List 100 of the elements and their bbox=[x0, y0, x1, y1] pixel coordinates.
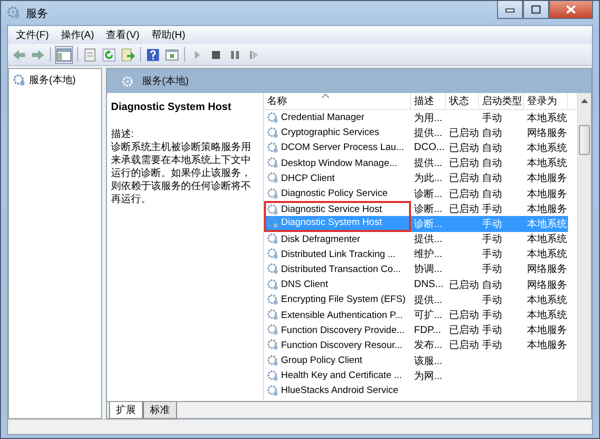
scroll-thumb[interactable] bbox=[579, 125, 590, 155]
gear-icon bbox=[267, 370, 279, 382]
table-cell-text: 手动 bbox=[482, 232, 502, 246]
table-row[interactable]: Extensible Authentication P... 可扩... 已启动 手动 本地系统 bbox=[264, 307, 568, 323]
gear-icon bbox=[267, 126, 279, 139]
table-cell-text: 提供... bbox=[414, 126, 442, 140]
table-cell-text: 为网... bbox=[414, 370, 442, 383]
table-row[interactable]: DNS Client DNS... 已启动 自动 网络服务 bbox=[264, 277, 568, 292]
table-cell-text: 自动 bbox=[482, 172, 502, 186]
table-row[interactable]: Health Key and Certificate ... 为网... bbox=[264, 368, 568, 384]
minimize-button[interactable] bbox=[497, 1, 523, 19]
maximize-button[interactable] bbox=[523, 1, 549, 19]
column-header[interactable]: 启动类型 bbox=[479, 93, 524, 109]
gear-icon bbox=[267, 216, 279, 229]
menu-item[interactable]: 操作(A) bbox=[60, 28, 94, 42]
table-cell-text: 提供... bbox=[414, 233, 442, 246]
table-cell: Credential Manager bbox=[281, 112, 364, 124]
table-cell-text: 诊断... bbox=[414, 188, 442, 201]
table-cell: Function Discovery Provide... bbox=[281, 324, 405, 336]
table-row[interactable]: Distributed Link Tracking ... 维护... 手动 本地系统 bbox=[264, 246, 568, 262]
table-cell-text: 可扩... bbox=[414, 308, 442, 322]
table-cell-text: 为用... bbox=[414, 112, 442, 125]
export-icon[interactable] bbox=[121, 48, 135, 62]
table-row[interactable]: DHCP Client 为此... 已启动 自动 本地服务 bbox=[264, 170, 568, 186]
column-header[interactable]: 状态 bbox=[446, 93, 479, 109]
refresh-icon[interactable] bbox=[102, 48, 116, 62]
table-cell-text: 已启动 bbox=[449, 278, 479, 292]
console-tree-icon[interactable] bbox=[56, 46, 72, 62]
table-row[interactable]: Cryptographic Services 提供... 已启动 自动 网络服务 bbox=[264, 125, 568, 140]
close-button[interactable] bbox=[549, 1, 593, 19]
table-cell: Diagnostic Service Host bbox=[281, 204, 382, 216]
gear-icon bbox=[13, 74, 26, 86]
menu-item[interactable]: 查看(V) bbox=[106, 28, 140, 42]
properties-icon[interactable] bbox=[83, 48, 97, 62]
tab[interactable]: 标准 bbox=[143, 402, 177, 419]
column-header[interactable]: 名称 bbox=[264, 93, 411, 109]
column-header[interactable]: 登录为 bbox=[524, 93, 568, 109]
table-cell: DCOM Server Process Lau... bbox=[281, 142, 404, 154]
table-cell-text: 本地系统 bbox=[527, 112, 567, 125]
table-row[interactable]: Diagnostic Policy Service 诊断... 已启动 自动 本地服务 bbox=[264, 186, 568, 202]
table-cell-text: 已启动 bbox=[449, 202, 479, 216]
back-icon[interactable] bbox=[12, 48, 26, 62]
menu-item[interactable]: 帮助(H) bbox=[151, 28, 186, 42]
gear-icon bbox=[7, 6, 21, 20]
tree-item[interactable]: 服务(本地) bbox=[11, 72, 99, 88]
table-row[interactable]: HlueStacks Android Service bbox=[264, 383, 568, 399]
scroll-up-icon[interactable] bbox=[581, 99, 588, 103]
tab[interactable]: 扩展 bbox=[109, 402, 143, 419]
gear-icon bbox=[267, 188, 279, 200]
table-cell-text: 提供... bbox=[414, 294, 442, 307]
table-row[interactable]: Desktop Window Manage... 提供... 已启动 自动 本地系统 bbox=[264, 156, 568, 171]
table-cell-text: 已启动 bbox=[449, 188, 479, 201]
table-cell: Disk Defragmenter bbox=[281, 234, 360, 245]
gear-icon bbox=[267, 278, 279, 291]
scrollbar[interactable] bbox=[577, 93, 591, 401]
table-row[interactable]: Disk Defragmenter 提供... 手动 本地系统 bbox=[264, 232, 568, 247]
table-cell: Health Key and Certificate ... bbox=[281, 370, 402, 382]
table-cell-text: 提供... bbox=[414, 157, 442, 170]
table-cell-text: 手动 bbox=[482, 202, 502, 216]
table-row[interactable]: Function Discovery Provide... FDP... 已启动 手动 本地服务 bbox=[264, 322, 568, 338]
gear-icon bbox=[267, 339, 279, 352]
gear-icon bbox=[267, 354, 279, 367]
description-text: 诊断系统主机被诊断策略服务用来承载需要在本地系统上下文中运行的诊断。如果停止该服务，则依赖于该服务的任何诊断将不再运行。 bbox=[111, 141, 252, 206]
table-cell-text: 本地服务 bbox=[527, 324, 567, 338]
table-cell: Diagnostic System Host bbox=[281, 217, 382, 228]
gear-icon bbox=[267, 324, 279, 336]
table-cell-text: 已启动 bbox=[449, 324, 479, 338]
table-cell-text: 诊断... bbox=[414, 202, 442, 216]
table-cell-text: 维护... bbox=[414, 248, 442, 262]
table-row[interactable]: Credential Manager 为用... 手动 本地系统 bbox=[264, 110, 568, 126]
table-cell-text: 自动 bbox=[482, 188, 502, 201]
table-row[interactable]: DCOM Server Process Lau... DCO... 已启动 自动 本地系统 bbox=[264, 140, 568, 156]
table-cell: Distributed Link Tracking ... bbox=[281, 248, 396, 260]
table-cell-text: 手动 bbox=[482, 262, 502, 276]
menu-item[interactable]: 文件(F) bbox=[16, 28, 49, 42]
table-cell: Cryptographic Services bbox=[281, 127, 380, 138]
table-row[interactable]: Distributed Transaction Co... 协调... 手动 网络服务 bbox=[264, 262, 568, 278]
help-icon[interactable] bbox=[146, 48, 160, 62]
table-cell-text: 手动 bbox=[482, 308, 502, 322]
table-cell-text: 本地系统 bbox=[527, 294, 567, 307]
table-cell-text: 本地系统 bbox=[527, 142, 567, 155]
gear-icon bbox=[267, 157, 279, 170]
table-cell-text: 该服... bbox=[414, 354, 442, 368]
gear-icon bbox=[267, 309, 279, 322]
table-row[interactable]: Function Discovery Resour... 发布... 已启动 手动 本地服务 bbox=[264, 338, 568, 353]
table-cell: Distributed Transaction Co... bbox=[281, 264, 401, 275]
window-icon[interactable] bbox=[165, 48, 179, 62]
pane-title: 服务(本地) bbox=[142, 74, 189, 88]
table-cell-text: 协调... bbox=[414, 262, 442, 276]
table-cell-text: 发布... bbox=[414, 339, 442, 352]
gear-icon bbox=[267, 233, 279, 246]
description-label: 描述: bbox=[111, 128, 135, 141]
table-cell-text: 已启动 bbox=[449, 126, 479, 140]
table-row[interactable]: Encrypting File System (EFS) 提供... 手动 本地系统 bbox=[264, 292, 568, 308]
gear-icon bbox=[267, 248, 279, 260]
table-row[interactable]: Group Policy Client 该服... bbox=[264, 353, 568, 368]
table-cell-text: 本地系统 bbox=[527, 248, 567, 262]
column-header[interactable]: 描述 bbox=[411, 93, 446, 109]
forward-icon[interactable] bbox=[31, 48, 45, 62]
table-cell: DHCP Client bbox=[281, 172, 335, 184]
